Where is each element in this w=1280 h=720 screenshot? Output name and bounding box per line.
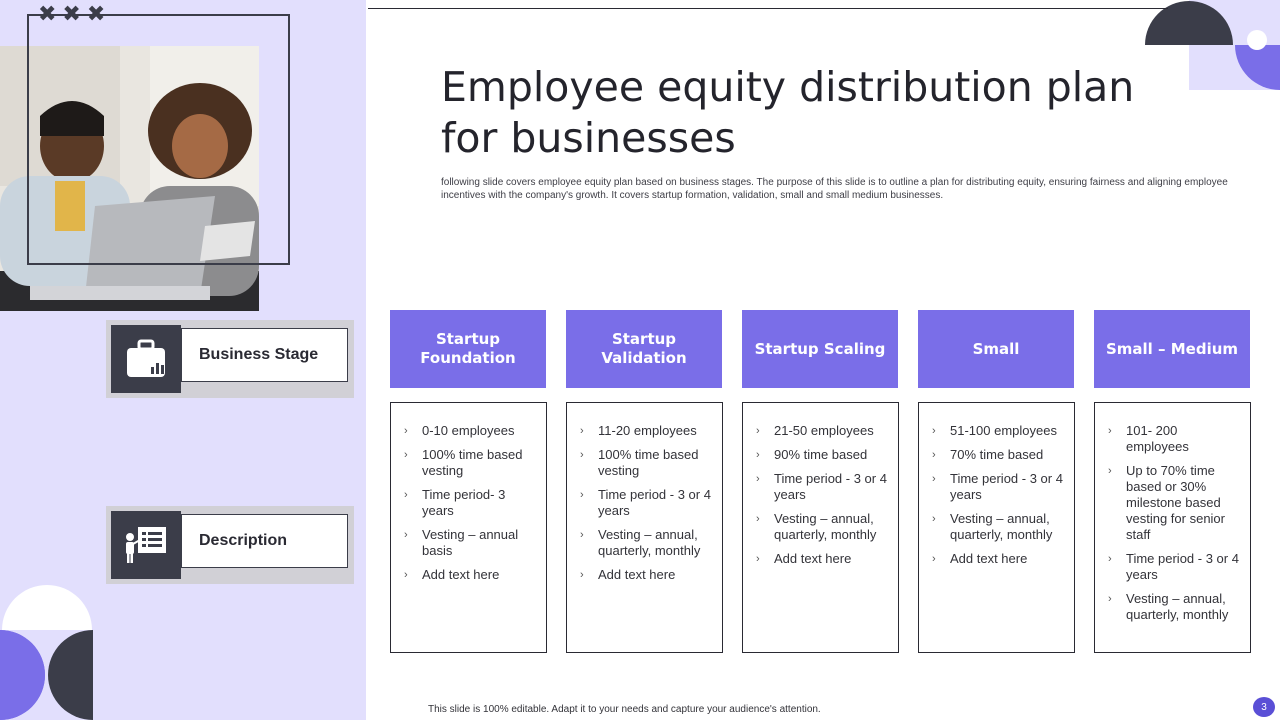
list-item: 100% time based vesting — [580, 447, 714, 479]
list-item: Time period - 3 or 4 years — [932, 471, 1066, 503]
list-item: Vesting – annual, quarterly, monthly — [580, 527, 714, 559]
list-item: Vesting – annual basis — [404, 527, 538, 559]
column-header-startup-validation: Startup Validation — [566, 310, 722, 388]
list-item: 11-20 employees — [580, 423, 714, 439]
left-panel: ✖✖✖ Business Stage Description — [0, 0, 366, 720]
list-item: 21-50 employees — [756, 423, 890, 439]
column-header-startup-scaling: Startup Scaling — [742, 310, 898, 388]
description-card: Description — [106, 506, 354, 584]
column-body-small: 51-100 employees 70% time based Time per… — [918, 402, 1075, 653]
list-item: Vesting – annual, quarterly, monthly — [756, 511, 890, 543]
list-item: Add text here — [580, 567, 714, 583]
list-item: Time period- 3 years — [404, 487, 538, 519]
column-header-small-medium: Small – Medium — [1094, 310, 1250, 388]
column-body-startup-foundation: 0-10 employees 100% time based vesting T… — [390, 402, 547, 653]
photo-frame — [27, 14, 290, 265]
decorative-shapes-top — [1145, 0, 1280, 90]
business-stage-card: Business Stage — [106, 320, 354, 398]
column-header-small: Small — [918, 310, 1074, 388]
list-item: Vesting – annual, quarterly, monthly — [1108, 591, 1242, 623]
column-body-startup-scaling: 21-50 employees 90% time based Time peri… — [742, 402, 899, 653]
column-body-startup-validation: 11-20 employees 100% time based vesting … — [566, 402, 723, 653]
list-item: 90% time based — [756, 447, 890, 463]
briefcase-chart-icon — [111, 325, 181, 393]
list-item: 100% time based vesting — [404, 447, 538, 479]
list-item: Vesting – annual, quarterly, monthly — [932, 511, 1066, 543]
column-header-startup-foundation: Startup Foundation — [390, 310, 546, 388]
top-divider-line — [368, 8, 1168, 9]
list-item: Add text here — [756, 551, 890, 567]
presenter-board-icon — [111, 511, 181, 579]
decorative-shapes-bottom — [0, 585, 93, 720]
business-stage-label: Business Stage — [181, 328, 348, 382]
list-item: 101- 200 employees — [1108, 423, 1242, 455]
page-number-badge: 3 — [1253, 697, 1275, 717]
slide-title: Employee equity distribution plan for bu… — [441, 63, 1135, 162]
list-item: 0-10 employees — [404, 423, 538, 439]
column-body-small-medium: 101- 200 employees Up to 70% time based … — [1094, 402, 1251, 653]
list-item: Time period - 3 or 4 years — [756, 471, 890, 503]
list-item: Time period - 3 or 4 years — [580, 487, 714, 519]
slide-subtitle: following slide covers employee equity p… — [441, 177, 1228, 201]
slide-footer: This slide is 100% editable. Adapt it to… — [428, 704, 821, 715]
list-item: Up to 70% time based or 30% milestone ba… — [1108, 463, 1242, 543]
list-item: Add text here — [932, 551, 1066, 567]
list-item: Add text here — [404, 567, 538, 583]
description-label: Description — [181, 514, 348, 568]
list-item: 70% time based — [932, 447, 1066, 463]
list-item: Time period - 3 or 4 years — [1108, 551, 1242, 583]
list-item: 51-100 employees — [932, 423, 1066, 439]
